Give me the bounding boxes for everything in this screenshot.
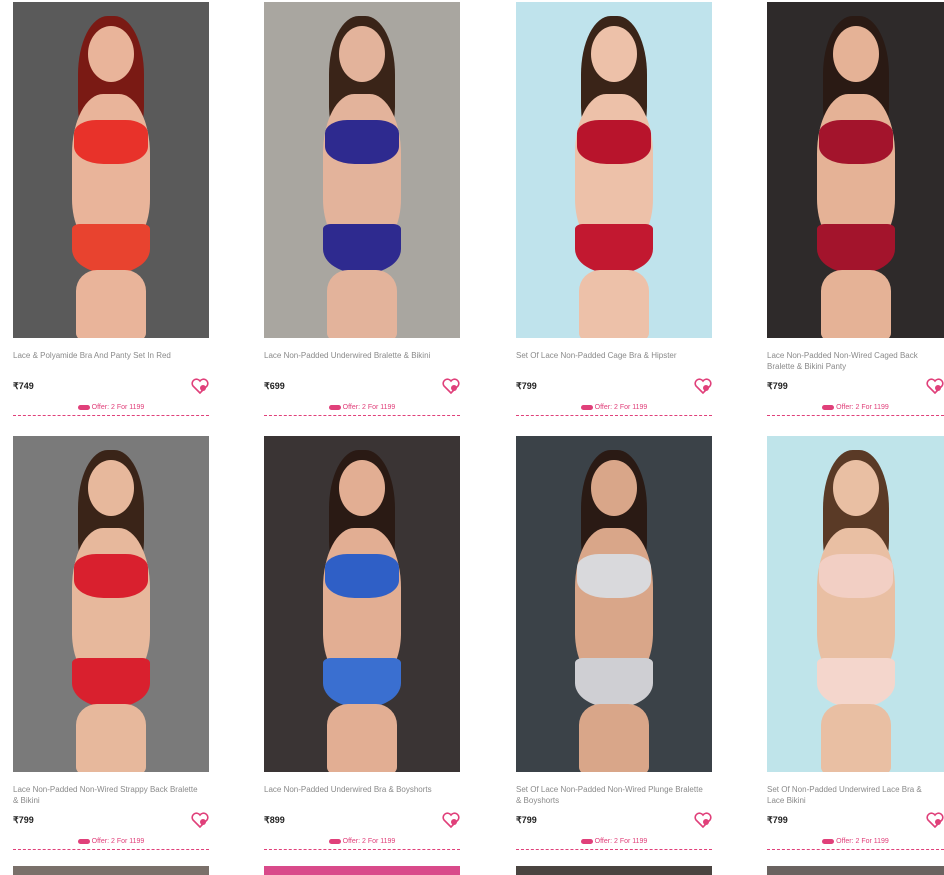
product-price: ₹799 — [516, 380, 537, 391]
offer-banner[interactable]: Offer: 2 For 1199 — [767, 402, 944, 416]
product-grid: Lace & Polyamide Bra And Panty Set In Re… — [0, 0, 944, 875]
offer-tag-icon — [77, 404, 90, 410]
product-peek[interactable] — [767, 866, 944, 875]
offer-tag-icon — [77, 838, 90, 844]
offer-tag-icon — [328, 838, 341, 844]
product-card[interactable]: Set Of Non-Padded Underwired Lace Bra & … — [767, 436, 944, 850]
offer-text: Offer: 2 For 1199 — [836, 838, 889, 845]
product-title[interactable]: Lace Non-Padded Underwired Bralette & Bi… — [264, 350, 460, 372]
wishlist-heart-icon[interactable] — [191, 812, 209, 828]
product-peek[interactable] — [516, 866, 712, 875]
offer-banner[interactable]: Offer: 2 For 1199 — [264, 402, 460, 416]
offer-tag-icon — [580, 838, 593, 844]
product-price: ₹699 — [264, 380, 285, 391]
product-card[interactable]: Set Of Lace Non-Padded Cage Bra & Hipste… — [516, 2, 712, 416]
wishlist-heart-icon[interactable] — [694, 812, 712, 828]
product-image[interactable] — [516, 436, 712, 772]
offer-tag-icon — [822, 404, 835, 410]
offer-text: Offer: 2 For 1199 — [594, 404, 648, 411]
product-image[interactable] — [264, 2, 460, 338]
product-image[interactable] — [264, 436, 460, 772]
product-price: ₹799 — [516, 814, 537, 825]
offer-text: Offer: 2 For 1199 — [91, 404, 145, 411]
wishlist-heart-icon[interactable] — [191, 378, 209, 394]
offer-banner[interactable]: Offer: 2 For 1199 — [264, 836, 460, 850]
offer-tag-icon — [580, 404, 593, 410]
product-image[interactable] — [767, 2, 944, 338]
offer-banner[interactable]: Offer: 2 For 1199 — [767, 836, 944, 850]
wishlist-heart-icon[interactable] — [694, 378, 712, 394]
product-image[interactable] — [767, 436, 944, 772]
product-title[interactable]: Lace & Polyamide Bra And Panty Set In Re… — [13, 350, 209, 372]
offer-text: Offer: 2 For 1199 — [91, 838, 145, 845]
product-title[interactable]: Set Of Non-Padded Underwired Lace Bra & … — [767, 784, 944, 806]
wishlist-heart-icon[interactable] — [926, 812, 944, 828]
product-title[interactable]: Lace Non-Padded Underwired Bra & Boyshor… — [264, 784, 460, 806]
wishlist-heart-icon[interactable] — [442, 378, 460, 394]
product-peek[interactable] — [13, 866, 209, 875]
wishlist-heart-icon[interactable] — [442, 812, 460, 828]
product-image[interactable] — [516, 2, 712, 338]
offer-tag-icon — [822, 838, 835, 844]
product-title[interactable]: Lace Non-Padded Non-Wired Caged Back Bra… — [767, 350, 944, 372]
product-card[interactable]: Lace Non-Padded Non-Wired Strappy Back B… — [13, 436, 209, 850]
product-card[interactable]: Set Of Lace Non-Padded Non-Wired Plunge … — [516, 436, 712, 850]
product-card[interactable]: Lace Non-Padded Underwired Bralette & Bi… — [264, 2, 460, 416]
offer-text: Offer: 2 For 1199 — [342, 838, 396, 845]
product-card[interactable]: Lace & Polyamide Bra And Panty Set In Re… — [13, 2, 209, 416]
offer-banner[interactable]: Offer: 2 For 1199 — [516, 402, 712, 416]
offer-banner[interactable]: Offer: 2 For 1199 — [13, 402, 209, 416]
product-card[interactable]: Lace Non-Padded Non-Wired Caged Back Bra… — [767, 2, 944, 416]
offer-banner[interactable]: Offer: 2 For 1199 — [13, 836, 209, 850]
product-title[interactable]: Set Of Lace Non-Padded Non-Wired Plunge … — [516, 784, 712, 806]
product-peek[interactable] — [264, 866, 460, 875]
offer-text: Offer: 2 For 1199 — [836, 404, 889, 411]
product-price: ₹899 — [264, 814, 285, 825]
product-price: ₹799 — [767, 814, 788, 825]
offer-banner[interactable]: Offer: 2 For 1199 — [516, 836, 712, 850]
product-image[interactable] — [13, 436, 209, 772]
offer-text: Offer: 2 For 1199 — [594, 838, 648, 845]
product-price: ₹749 — [13, 380, 34, 391]
product-card[interactable]: Lace Non-Padded Underwired Bra & Boyshor… — [264, 436, 460, 850]
product-price: ₹799 — [767, 380, 788, 391]
product-image[interactable] — [13, 2, 209, 338]
product-title[interactable]: Lace Non-Padded Non-Wired Strappy Back B… — [13, 784, 209, 806]
offer-tag-icon — [328, 404, 341, 410]
wishlist-heart-icon[interactable] — [926, 378, 944, 394]
product-title[interactable]: Set Of Lace Non-Padded Cage Bra & Hipste… — [516, 350, 712, 372]
product-price: ₹799 — [13, 814, 34, 825]
offer-text: Offer: 2 For 1199 — [342, 404, 396, 411]
